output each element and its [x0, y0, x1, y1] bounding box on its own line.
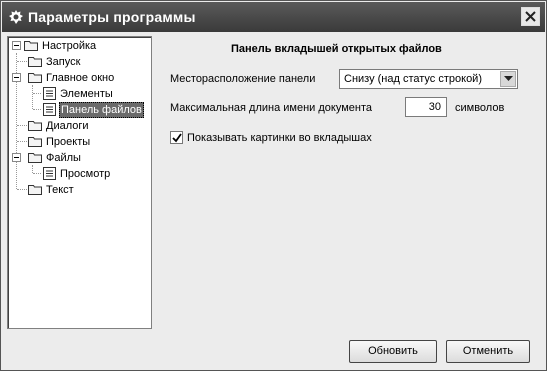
tree-item-elements[interactable]: Элементы	[43, 86, 114, 101]
tree-item-nastroyka[interactable]: Настройка	[24, 38, 97, 53]
show-images-checkbox[interactable]	[170, 131, 183, 144]
tree-item-label: Панель файлов	[59, 101, 144, 118]
tree-item-label: Диалоги	[46, 119, 89, 132]
tree-item-label: Проекты	[46, 135, 91, 148]
window-title: Параметры программы	[28, 9, 196, 25]
tree-item-label: Файлы	[46, 151, 81, 164]
tree-item-label: Элементы	[60, 87, 113, 100]
folder-icon	[28, 136, 42, 147]
maxlen-unit: символов	[455, 102, 505, 114]
page-icon	[43, 103, 56, 116]
tree-item-text[interactable]: Текст	[28, 182, 75, 197]
cancel-button[interactable]: Отменить	[446, 340, 530, 363]
page-icon	[43, 167, 56, 180]
tree-item-dialogs[interactable]: Диалоги	[28, 118, 90, 133]
folder-icon	[24, 40, 38, 51]
collapse-icon[interactable]	[12, 73, 21, 82]
location-select[interactable]: Снизу (над статус строкой)	[339, 69, 518, 89]
update-button[interactable]: Обновить	[349, 340, 437, 363]
settings-dialog: Параметры программы Настройка Запуск Гла…	[0, 0, 547, 371]
tree-item-label: Текст	[46, 183, 74, 196]
panel-title: Панель вкладышей открытых файлов	[231, 43, 442, 55]
title-bar[interactable]: Параметры программы	[2, 2, 545, 32]
tree-item-files[interactable]: Файлы	[28, 150, 82, 165]
checkmark-icon	[172, 133, 182, 143]
collapse-icon[interactable]	[12, 153, 21, 162]
folder-icon	[28, 152, 42, 163]
tree-item-zapusk[interactable]: Запуск	[28, 54, 81, 69]
tree-item-label: Запуск	[46, 55, 81, 68]
close-button[interactable]	[521, 7, 540, 26]
tree-item-main-window[interactable]: Главное окно	[28, 70, 115, 85]
tree-item-label: Настройка	[42, 39, 97, 52]
folder-icon	[28, 56, 42, 67]
gear-app-icon	[8, 9, 24, 25]
location-select-value: Снизу (над статус строкой)	[344, 73, 482, 85]
tree-item-label: Главное окно	[46, 71, 115, 84]
maxlen-input[interactable]: 30	[405, 97, 447, 117]
chevron-down-icon[interactable]	[500, 71, 516, 87]
folder-icon	[28, 72, 42, 83]
folder-icon	[28, 120, 42, 131]
settings-tree[interactable]: Настройка Запуск Главное окно Элементы П…	[7, 36, 152, 329]
collapse-icon[interactable]	[12, 41, 21, 50]
folder-icon	[28, 184, 42, 195]
tree-item-preview[interactable]: Просмотр	[43, 166, 111, 181]
page-icon	[43, 87, 56, 100]
tree-item-file-panel[interactable]: Панель файлов	[43, 101, 144, 118]
tree-item-projects[interactable]: Проекты	[28, 134, 91, 149]
show-images-label[interactable]: Показывать картинки во вкладышах	[187, 132, 372, 144]
tree-item-label: Просмотр	[60, 167, 111, 180]
maxlen-label: Максимальная длина имени документа	[170, 102, 372, 114]
location-label: Месторасположение панели	[170, 73, 316, 85]
